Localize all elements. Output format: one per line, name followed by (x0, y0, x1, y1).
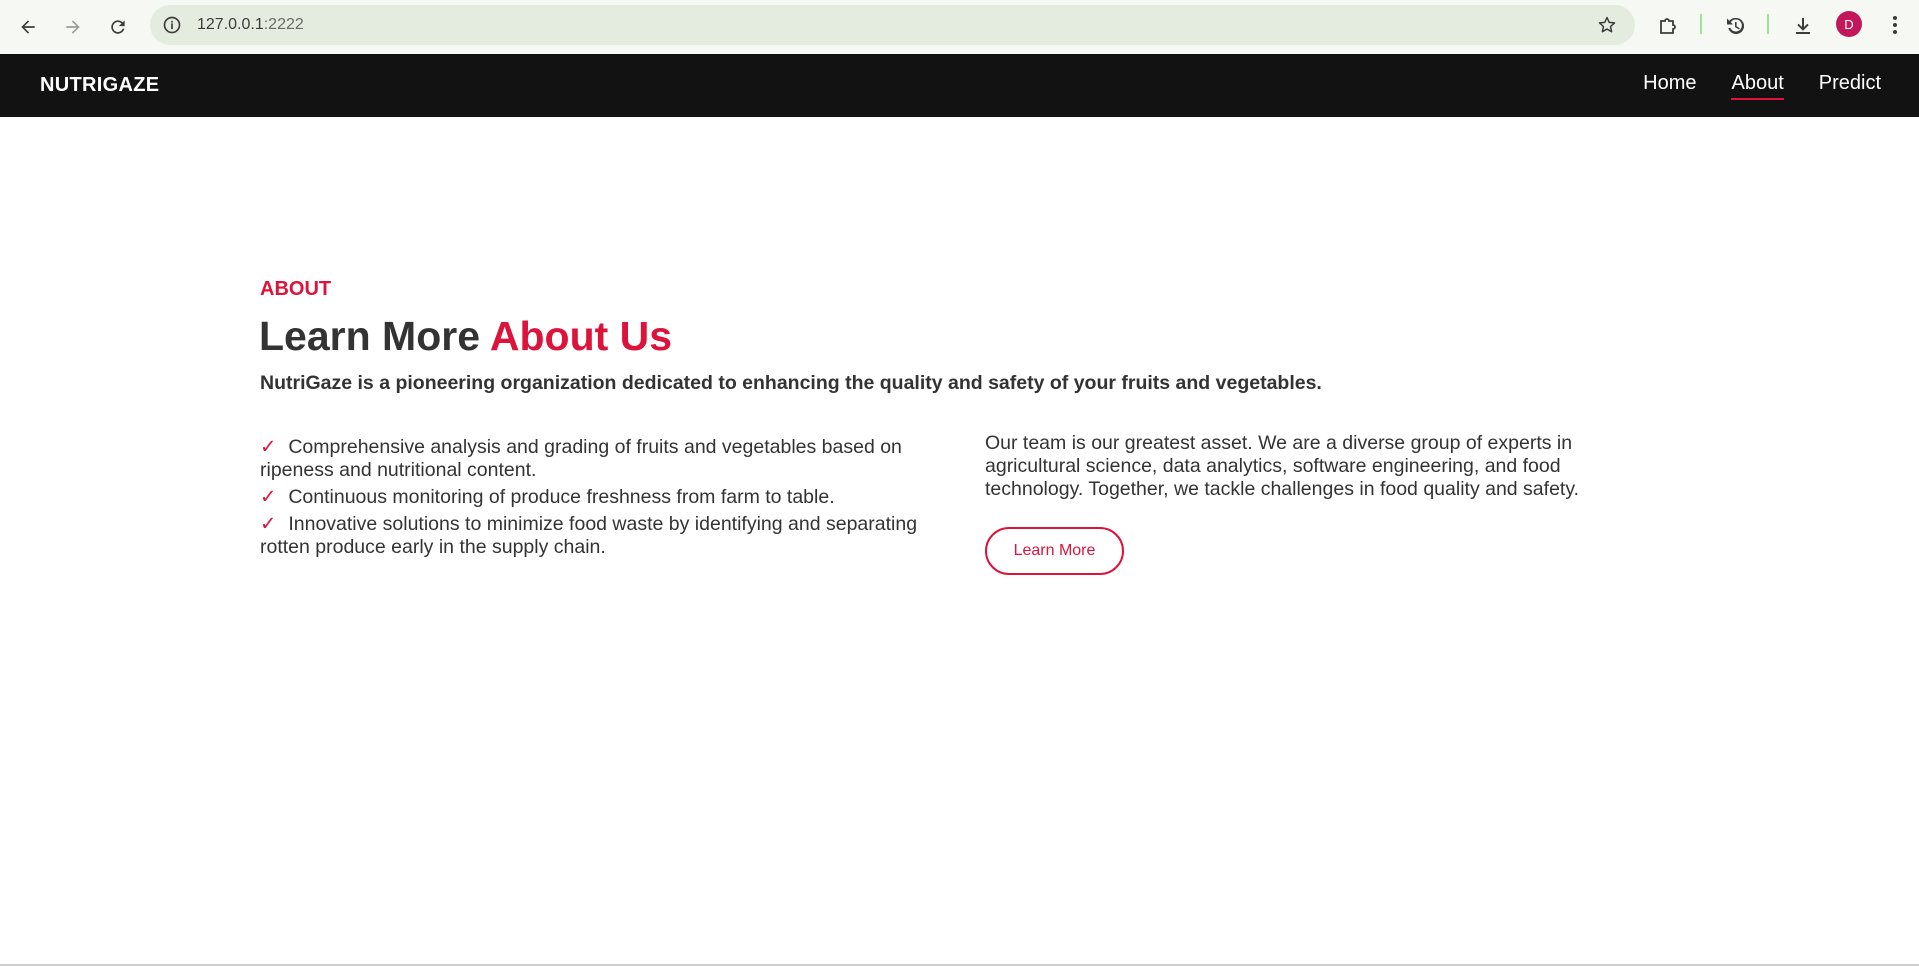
check-icon: ✓ (260, 486, 277, 508)
url-port: :2222 (263, 16, 304, 33)
back-button[interactable] (12, 11, 44, 43)
list-item: ✓ Continuous monitoring of produce freshn… (260, 486, 960, 509)
brand-logo[interactable]: NUTRIGAZE (40, 74, 159, 97)
toolbar-separator (1767, 14, 1769, 34)
more-menu-icon[interactable] (1883, 13, 1907, 37)
profile-avatar[interactable]: D (1836, 11, 1862, 37)
check-icon: ✓ (260, 436, 277, 458)
nav-link-about[interactable]: About (1731, 72, 1785, 100)
learn-more-button[interactable]: Learn More (985, 527, 1124, 575)
team-text: Our team is our greatest asset. We are a… (985, 432, 1580, 500)
forward-button[interactable] (57, 11, 89, 43)
title-main: Learn More (259, 313, 490, 359)
nav-link-home[interactable]: Home (1643, 72, 1696, 99)
title-accent: About Us (489, 313, 673, 359)
feature-list: ✓ Comprehensive analysis and grading of f… (260, 436, 960, 563)
list-item: ✓ Comprehensive analysis and grading of f… (260, 436, 960, 482)
url-host: 127.0.0.1 (197, 16, 264, 33)
section-title: Learn More About Us (259, 313, 672, 360)
nav-link-predict[interactable]: Predict (1819, 72, 1881, 99)
check-icon: ✓ (260, 513, 277, 535)
browser-toolbar: 127.0.0.1:2222 D (0, 0, 1919, 54)
address-bar[interactable]: 127.0.0.1:2222 (150, 5, 1635, 45)
reload-button[interactable] (102, 11, 134, 43)
section-label: ABOUT (260, 278, 332, 300)
list-item: ✓ Innovative solutions to minimize food w… (260, 513, 960, 559)
arrow-left-icon (21, 20, 35, 34)
history-icon[interactable] (1723, 14, 1747, 38)
feature-text: Comprehensive analysis and grading of fr… (260, 436, 902, 481)
feature-text: Continuous monitoring of produce freshne… (288, 486, 835, 508)
download-icon[interactable] (1791, 14, 1815, 38)
arrow-right-icon (66, 20, 80, 34)
url-text[interactable]: 127.0.0.1:2222 (197, 16, 304, 34)
site-navbar: NUTRIGAZE Home About Predict (0, 54, 1919, 117)
site-info-icon[interactable] (162, 15, 182, 35)
toolbar-separator (1700, 14, 1702, 34)
reload-icon (111, 20, 125, 34)
lead-text: NutriGaze is a pioneering organization d… (260, 372, 1322, 394)
nav-links: Home About Predict (1643, 72, 1881, 100)
feature-text: Innovative solutions to minimize food wa… (260, 513, 918, 558)
bookmark-star-icon[interactable] (1597, 15, 1617, 35)
extensions-icon[interactable] (1656, 14, 1680, 38)
